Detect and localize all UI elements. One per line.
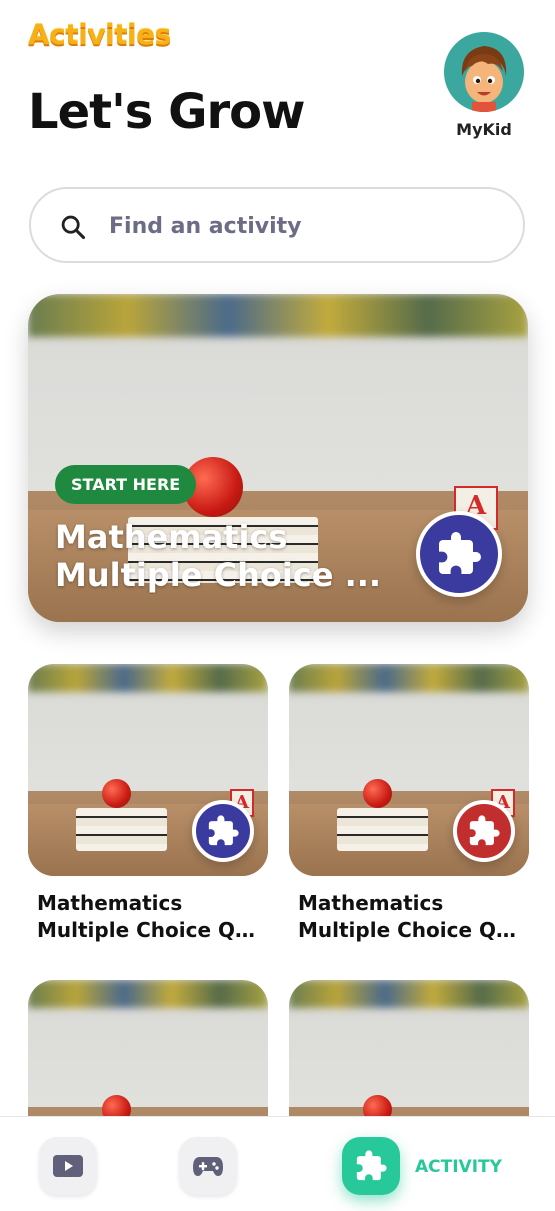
activity-card[interactable]: A Mathematics Multiple Choice Qu... [289,664,529,944]
background-painting [289,664,529,692]
book-stack [337,808,429,851]
nav-activity-label[interactable]: ACTIVITY [415,1157,502,1177]
activity-card[interactable]: A Mathematics Multiple Choice Qu... [28,664,268,944]
gamepad-icon [193,1157,223,1176]
page-title: Let's Grow [28,84,305,140]
activity-button[interactable] [453,800,515,862]
nav-activity-button[interactable] [342,1137,400,1195]
profile[interactable]: MyKid [444,32,524,139]
puzzle-icon [208,815,239,846]
background-painting [28,664,268,692]
activity-title: Mathematics Multiple Choice Qu... [298,891,528,942]
featured-title: Mathematics Multiple Choice ... [55,518,382,594]
activity-button[interactable] [192,800,254,862]
kid-face-icon [444,32,524,112]
background-painting [28,980,268,1008]
app-title: Activities [28,18,171,51]
search-bar[interactable] [29,187,525,263]
activity-thumbnail: A [289,664,529,876]
activity-title: Mathematics Multiple Choice Qu... [37,891,267,942]
nav-games-button[interactable] [179,1137,237,1195]
nav-videos-button[interactable] [39,1137,97,1195]
background-painting [28,294,528,337]
play-icon [53,1155,83,1177]
avatar[interactable] [444,32,524,112]
puzzle-icon [469,815,500,846]
featured-activity-button[interactable] [416,511,502,597]
search-input[interactable] [107,207,501,245]
start-here-badge: START HERE [55,465,197,504]
puzzle-icon [439,532,481,574]
profile-name: MyKid [456,120,512,139]
puzzle-icon [356,1150,387,1181]
search-icon [61,215,86,240]
background-painting [289,980,529,1008]
book-stack [76,808,168,851]
activity-thumbnail: A [28,664,268,876]
